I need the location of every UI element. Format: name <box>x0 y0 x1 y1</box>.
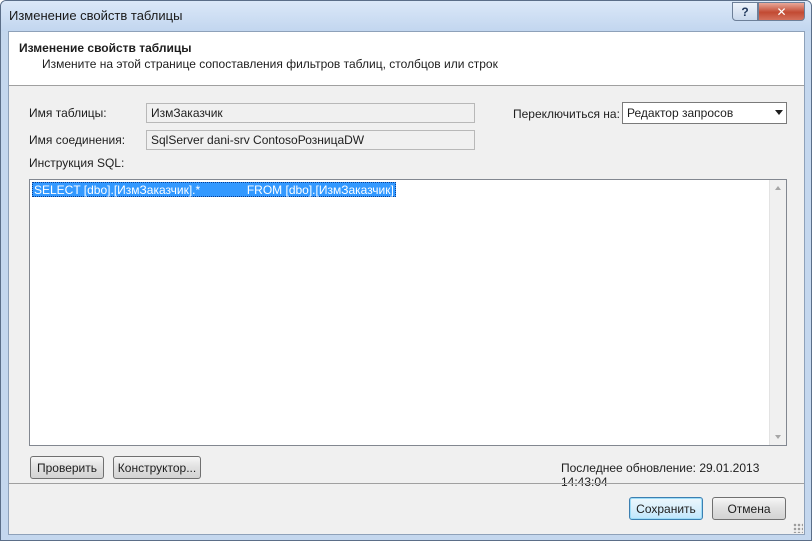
help-button[interactable]: ? <box>732 2 758 21</box>
switch-to-dropdown[interactable]: Редактор запросов <box>622 102 787 124</box>
scroll-up-icon[interactable] <box>775 186 781 190</box>
close-button[interactable]: ✕ <box>758 2 805 21</box>
last-updated-text: Последнее обновление: 29.01.2013 14:43:0… <box>561 461 760 489</box>
banner-description: Измените на этой странице сопоставления … <box>42 57 498 71</box>
table-name-label: Имя таблицы: <box>29 106 107 120</box>
banner-title: Изменение свойств таблицы <box>19 41 192 55</box>
connection-name-label: Имя соединения: <box>29 133 126 147</box>
dialog-window: Изменение свойств таблицы ? ✕ Изменение … <box>0 0 812 541</box>
chevron-down-icon <box>775 110 783 115</box>
close-icon: ✕ <box>776 4 787 19</box>
cancel-button[interactable]: Отмена <box>712 497 786 520</box>
sql-editor[interactable]: SELECT [dbo].[ИзмЗаказчик].* FROM [dbo].… <box>29 179 787 446</box>
window-title: Изменение свойств таблицы <box>9 8 183 23</box>
table-name-field[interactable]: ИзмЗаказчик <box>146 103 475 123</box>
save-button[interactable]: Сохранить <box>629 497 703 520</box>
dialog-body: Изменение свойств таблицы Измените на эт… <box>8 31 805 535</box>
switch-to-label: Переключиться на: <box>513 107 620 121</box>
resize-grip-icon[interactable] <box>793 523 803 533</box>
vertical-scrollbar[interactable] <box>769 180 786 445</box>
sql-statement-label: Инструкция SQL: <box>29 156 125 170</box>
switch-to-value: Редактор запросов <box>627 106 734 120</box>
connection-name-field[interactable]: SqlServer dani-srv ContosoРозницаDW <box>146 130 475 150</box>
scroll-down-icon[interactable] <box>775 435 781 439</box>
title-bar[interactable]: Изменение свойств таблицы ? ✕ <box>1 1 811 31</box>
sql-text-selection[interactable]: SELECT [dbo].[ИзмЗаказчик].* FROM [dbo].… <box>32 182 396 197</box>
designer-button[interactable]: Конструктор... <box>113 456 201 479</box>
header-banner: Изменение свойств таблицы Измените на эт… <box>9 32 804 86</box>
footer-divider <box>9 483 804 484</box>
validate-button[interactable]: Проверить <box>30 456 104 479</box>
